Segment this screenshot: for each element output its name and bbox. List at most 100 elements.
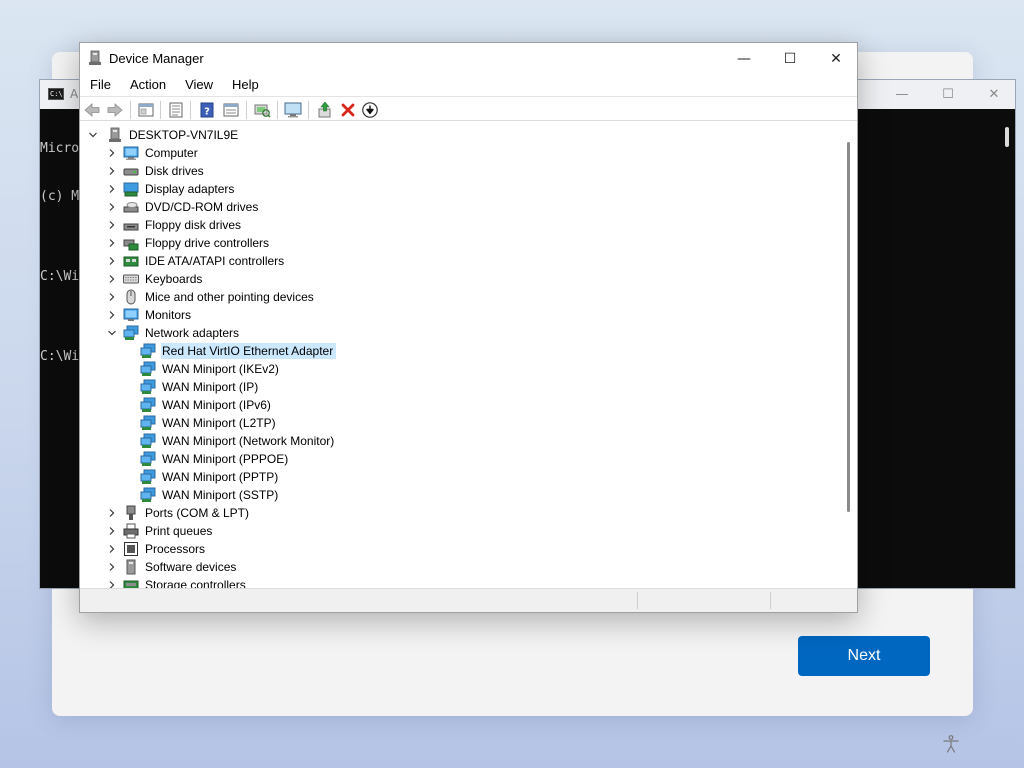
minimize-button[interactable]: — xyxy=(721,43,767,74)
toolbar-separator xyxy=(246,101,247,119)
chevron-right-icon[interactable] xyxy=(107,274,117,284)
tree-item-label: Mice and other pointing devices xyxy=(145,290,314,304)
tree-item-label: Floppy drive controllers xyxy=(145,236,270,250)
menu-view[interactable]: View xyxy=(175,74,222,96)
menu-file[interactable]: File xyxy=(80,74,120,96)
accessibility-icon[interactable] xyxy=(941,734,961,754)
cmd-maximize-button[interactable]: ☐ xyxy=(925,80,971,109)
chevron-right-icon[interactable] xyxy=(107,148,117,158)
mouse-icon xyxy=(126,289,136,305)
details-view-icon[interactable] xyxy=(222,101,240,119)
tree-item-wan-l2tp[interactable]: WAN Miniport (L2TP) xyxy=(140,414,279,432)
network-adapter-icon xyxy=(140,397,156,412)
cmd-scrollbar[interactable] xyxy=(997,109,1015,588)
computer-icon xyxy=(123,146,139,160)
tree-item-label: IDE ATA/ATAPI controllers xyxy=(145,254,285,268)
tree-item-ports[interactable]: Ports (COM & LPT) xyxy=(107,504,252,522)
tree-item-floppy-drive-controllers[interactable]: Floppy drive controllers xyxy=(107,234,272,252)
tree-item-monitors[interactable]: Monitors xyxy=(107,306,194,324)
status-pane xyxy=(637,592,638,609)
cmd-minimize-button[interactable]: — xyxy=(879,80,925,109)
properties-view-icon[interactable] xyxy=(137,101,155,119)
tree-item-mice[interactable]: Mice and other pointing devices xyxy=(107,288,317,306)
tree-item-wan-ikev2[interactable]: WAN Miniport (IKEv2) xyxy=(140,360,282,378)
chevron-down-icon[interactable] xyxy=(107,328,117,338)
tree-item-processors[interactable]: Processors xyxy=(107,540,208,558)
tree-item-keyboards[interactable]: Keyboards xyxy=(107,270,205,288)
uninstall-icon[interactable] xyxy=(339,101,357,119)
chevron-right-icon[interactable] xyxy=(107,202,117,212)
dm-titlebar[interactable]: Device Manager — ☐ ✕ xyxy=(80,43,857,74)
chevron-down-icon[interactable] xyxy=(88,130,98,140)
network-adapter-icon xyxy=(140,379,156,394)
monitor-icon[interactable] xyxy=(284,101,302,119)
tree-item-disk-drives[interactable]: Disk drives xyxy=(107,162,207,180)
tree-item-wan-sstp[interactable]: WAN Miniport (SSTP) xyxy=(140,486,281,504)
svg-text:?: ? xyxy=(204,107,210,118)
floppy-drive-icon xyxy=(123,223,139,231)
cmd-scrollbar-thumb[interactable] xyxy=(1005,127,1009,147)
device-manager-icon xyxy=(89,50,101,65)
tree-item-network-adapters[interactable]: Network adapters xyxy=(107,324,242,342)
scan-hardware-icon[interactable] xyxy=(253,101,271,119)
software-device-icon xyxy=(126,559,136,575)
chevron-right-icon[interactable] xyxy=(107,184,117,194)
tree-item-print-queues[interactable]: Print queues xyxy=(107,522,215,540)
close-button[interactable]: ✕ xyxy=(813,43,859,74)
tree-item-wan-ipv6[interactable]: WAN Miniport (IPv6) xyxy=(140,396,274,414)
help-icon[interactable]: ? xyxy=(198,101,216,119)
tree-item-software-devices[interactable]: Software devices xyxy=(107,558,239,576)
chevron-right-icon[interactable] xyxy=(107,256,117,266)
next-button[interactable]: Next xyxy=(798,636,930,676)
tree-item-dvd-drives[interactable]: DVD/CD-ROM drives xyxy=(107,198,261,216)
tree-root[interactable]: DESKTOP-VN7IL9E xyxy=(88,126,241,144)
cmd-close-button[interactable]: ✕ xyxy=(971,80,1017,109)
forward-icon[interactable] xyxy=(106,101,124,119)
chevron-right-icon[interactable] xyxy=(107,508,117,518)
toolbar-separator xyxy=(277,101,278,119)
tree-scrollbar[interactable] xyxy=(840,122,856,589)
tree-item-label: DVD/CD-ROM drives xyxy=(145,200,259,214)
maximize-button[interactable]: ☐ xyxy=(767,43,813,74)
chevron-right-icon[interactable] xyxy=(107,166,117,176)
tree-item-label: WAN Miniport (PPTP) xyxy=(162,470,279,484)
device-tree[interactable]: DESKTOP-VN7IL9E Computer Disk drives Dis… xyxy=(81,122,841,589)
tree-scrollbar-thumb[interactable] xyxy=(847,142,850,512)
device-manager-window[interactable]: Device Manager — ☐ ✕ File Action View He… xyxy=(79,42,858,613)
ide-controller-icon xyxy=(123,256,139,267)
menu-bar: File Action View Help xyxy=(80,74,857,96)
tree-item-display-adapters[interactable]: Display adapters xyxy=(107,180,237,198)
update-driver-icon[interactable] xyxy=(316,101,334,119)
status-bar xyxy=(80,588,857,612)
network-adapter-icon xyxy=(140,343,156,358)
chevron-right-icon[interactable] xyxy=(107,310,117,320)
monitor-icon xyxy=(123,308,139,321)
tree-item-wan-network-monitor[interactable]: WAN Miniport (Network Monitor) xyxy=(140,432,337,450)
tree-item-floppy-disk-drives[interactable]: Floppy disk drives xyxy=(107,216,244,234)
menu-help[interactable]: Help xyxy=(222,74,268,96)
tree-item-red-hat-virtio[interactable]: Red Hat VirtIO Ethernet Adapter xyxy=(140,342,337,360)
chevron-right-icon[interactable] xyxy=(107,562,117,572)
menu-action[interactable]: Action xyxy=(120,74,175,96)
display-adapter-icon xyxy=(123,182,139,197)
tree-item-wan-pppoe[interactable]: WAN Miniport (PPPOE) xyxy=(140,450,291,468)
keyboard-icon xyxy=(123,274,139,284)
tree-item-label: Floppy disk drives xyxy=(145,218,242,232)
chevron-right-icon[interactable] xyxy=(107,292,117,302)
chevron-right-icon[interactable] xyxy=(107,238,117,248)
tree-item-ide-controllers[interactable]: IDE ATA/ATAPI controllers xyxy=(107,252,287,270)
tree-item-label: Monitors xyxy=(145,308,192,322)
chevron-right-icon[interactable] xyxy=(107,544,117,554)
chevron-right-icon[interactable] xyxy=(107,220,117,230)
tree-item-label: WAN Miniport (SSTP) xyxy=(162,488,279,502)
tree-item-computer[interactable]: Computer xyxy=(107,144,201,162)
back-icon[interactable] xyxy=(83,101,101,119)
tree-item-label: WAN Miniport (IPv6) xyxy=(162,398,271,412)
tree-view-icon[interactable] xyxy=(167,101,185,119)
tree-item-wan-pptp[interactable]: WAN Miniport (PPTP) xyxy=(140,468,281,486)
tree-item-wan-ip[interactable]: WAN Miniport (IP) xyxy=(140,378,261,396)
disable-device-icon[interactable] xyxy=(361,101,379,119)
chevron-right-icon[interactable] xyxy=(107,526,117,536)
tree-item-label: Red Hat VirtIO Ethernet Adapter xyxy=(161,343,337,359)
tree-item-label: Ports (COM & LPT) xyxy=(145,506,250,520)
